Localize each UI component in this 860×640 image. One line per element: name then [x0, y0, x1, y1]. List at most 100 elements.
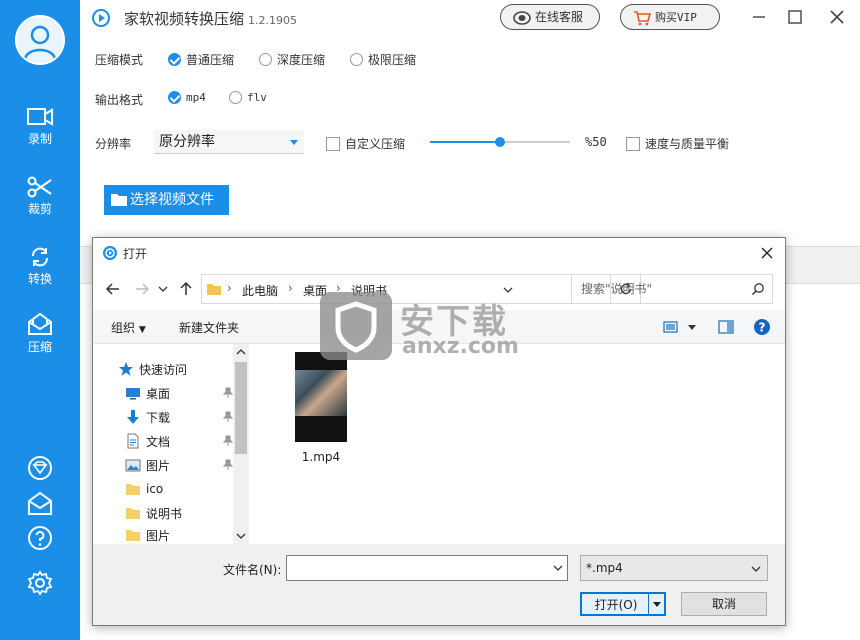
folder-icon [126, 530, 140, 541]
radio-label: 普通压缩 [186, 53, 235, 67]
radio-label: 极限压缩 [368, 53, 417, 67]
new-folder-label: 新建文件夹 [179, 321, 240, 335]
speed-quality-checkbox[interactable]: 速度与质量平衡 [626, 135, 729, 152]
avatar[interactable] [15, 15, 65, 65]
sidebar-item-label: 录制 [27, 132, 52, 146]
sidebar-item-record[interactable]: 录制 [0, 106, 80, 166]
up-arrow-icon[interactable] [177, 280, 195, 298]
tree-item-folder-pictures[interactable]: 图片 [125, 526, 233, 544]
tree-item-label: 桌面 [146, 386, 171, 401]
pin-icon [223, 459, 233, 470]
choose-video-button[interactable]: 选择视频文件 [104, 185, 229, 215]
quality-slider[interactable] [430, 137, 570, 147]
filetype-value: *.mp4 [586, 561, 623, 575]
tree-item-desktop[interactable]: 桌面 [125, 382, 233, 404]
scrollbar-thumb[interactable] [235, 362, 247, 454]
watermark-logo [320, 292, 392, 360]
filetype-select[interactable]: *.mp4 [580, 555, 768, 581]
chevron-down-icon[interactable] [236, 532, 246, 540]
sidebar-item-label: 转换 [27, 272, 52, 286]
folder-icon [207, 284, 221, 295]
video-record-icon [27, 108, 53, 126]
filename-label: 文件名(N): [223, 563, 282, 577]
open-split-dropdown[interactable] [648, 594, 664, 614]
chevron-down-icon[interactable] [157, 280, 169, 298]
radio-dot [259, 53, 272, 66]
tree-item-folder-ico[interactable]: ico [125, 478, 233, 500]
tree-scrollbar[interactable] [233, 344, 249, 544]
close-icon[interactable] [826, 6, 848, 28]
tree-item-quick-access[interactable]: 快速访问 [118, 358, 226, 380]
folder-icon [126, 484, 140, 495]
star-icon [119, 362, 133, 376]
tree-item-documents[interactable]: 文档 [125, 430, 233, 452]
pin-icon [223, 387, 233, 398]
radio-label: mp4 [186, 91, 206, 104]
help-icon[interactable] [27, 525, 53, 551]
dialog-title-bar: 打开 [93, 238, 785, 268]
file-pane: 1.mp4 [251, 344, 785, 544]
tree-item-label: 图片 [146, 528, 171, 543]
sidebar: 录制 裁剪 转换 压缩 [0, 0, 80, 640]
slider-fill [430, 141, 500, 143]
radio-label: flv [247, 91, 267, 104]
radio-extreme-compress[interactable]: 极限压缩 [350, 51, 416, 68]
chevron-up-icon[interactable] [236, 348, 246, 356]
radio-flv[interactable]: flv [229, 91, 267, 104]
file-item[interactable]: 1.mp4 [285, 352, 357, 464]
buy-vip-button[interactable]: 购买VIP [620, 4, 720, 30]
slider-value: %50 [585, 135, 607, 149]
open-button[interactable]: 打开(O) [580, 592, 666, 616]
radio-normal-compress[interactable]: 普通压缩 [168, 51, 234, 68]
checkbox-box [626, 136, 640, 151]
online-service-label: 在线客服 [535, 10, 584, 24]
close-icon[interactable] [757, 243, 777, 263]
compress-icon [28, 312, 52, 335]
sidebar-item-label: 压缩 [27, 340, 52, 354]
breadcrumb-this-pc[interactable]: 此电脑 [242, 282, 278, 299]
checkbox-label: 自定义压缩 [345, 137, 406, 151]
file-name: 1.mp4 [301, 450, 341, 464]
slider-thumb[interactable] [495, 137, 505, 147]
online-service-button[interactable]: 在线客服 [500, 4, 600, 30]
help-icon[interactable]: ? [753, 318, 771, 336]
new-folder-button[interactable]: 新建文件夹 [179, 319, 239, 336]
cancel-button[interactable]: 取消 [681, 592, 767, 616]
filename-input[interactable] [286, 555, 568, 581]
sidebar-item-convert[interactable]: 转换 [0, 246, 80, 306]
desktop-icon [126, 388, 140, 400]
search-input[interactable]: 搜索"说明书" [571, 274, 773, 304]
resolution-select[interactable]: 原分辨率 [154, 130, 304, 154]
video-thumbnail [295, 352, 347, 442]
chevron-down-icon: ▼ [138, 325, 146, 335]
chevron-down-icon [290, 140, 298, 145]
sidebar-item-trim[interactable]: 裁剪 [0, 176, 80, 236]
cart-icon [634, 11, 651, 26]
app-logo-icon [103, 246, 117, 260]
forward-arrow-icon[interactable] [133, 280, 151, 298]
minimize-icon[interactable] [748, 6, 770, 28]
tree-item-folder-manual[interactable]: 说明书 [125, 502, 233, 524]
radio-mp4[interactable]: mp4 [168, 91, 206, 104]
maximize-icon[interactable] [784, 6, 806, 28]
navigation-tree: 快速访问 桌面 下载 文档 图片 ico 说明书 图片 [93, 344, 249, 544]
pin-icon [223, 435, 233, 446]
vip-diamond-icon[interactable] [27, 455, 53, 481]
custom-compress-checkbox[interactable]: 自定义压缩 [326, 135, 405, 152]
organize-button[interactable]: 组织 ▼ [111, 319, 146, 336]
resolution-value: 原分辨率 [159, 134, 215, 150]
chevron-down-icon[interactable] [548, 556, 568, 580]
preview-pane-icon[interactable] [718, 320, 734, 334]
view-options-icon[interactable] [663, 320, 679, 334]
sidebar-item-compress[interactable]: 压缩 [0, 312, 80, 372]
settings-icon[interactable] [27, 570, 53, 596]
chevron-down-icon[interactable] [687, 324, 697, 332]
mail-icon[interactable] [27, 490, 53, 516]
back-arrow-icon[interactable] [104, 280, 122, 298]
tree-item-downloads[interactable]: 下载 [125, 406, 233, 428]
radio-dot [168, 91, 181, 104]
tree-item-pictures[interactable]: 图片 [125, 454, 233, 476]
video-frame [295, 370, 347, 416]
shield-icon [335, 301, 377, 353]
radio-deep-compress[interactable]: 深度压缩 [259, 51, 325, 68]
